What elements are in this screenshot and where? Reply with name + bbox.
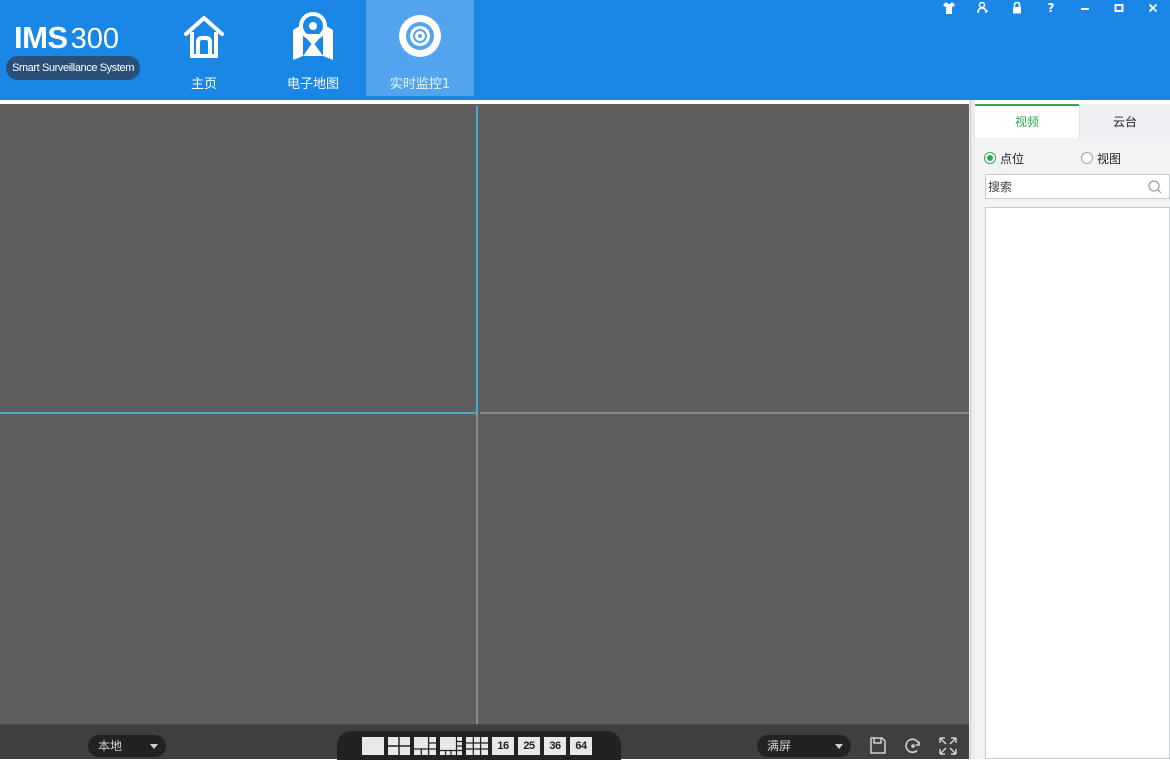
tab-video[interactable]: 视频 xyxy=(975,104,1079,138)
home-icon xyxy=(184,16,224,58)
radio-view-indicator xyxy=(1081,152,1093,164)
panel-tabs: 视频 云台 xyxy=(975,104,1170,138)
splitter-line xyxy=(970,100,971,759)
display-mode-select[interactable]: 满屏 xyxy=(757,735,851,757)
nav-emap-label: 电子地图 xyxy=(286,77,339,92)
map-pin-icon xyxy=(293,12,333,60)
app-logo: IMS 300 Smart Surveillance System xyxy=(6,20,146,84)
video-cell-4[interactable] xyxy=(480,414,969,724)
video-wall xyxy=(0,104,969,724)
layout-16-button[interactable]: 16 xyxy=(492,737,514,755)
radio-point-label: 点位 xyxy=(1000,151,1025,166)
radio-view[interactable]: 视图 xyxy=(1081,150,1121,166)
window-controls: ? xyxy=(932,0,1170,18)
layout-36-button[interactable]: 36 xyxy=(544,737,566,755)
radio-view-label: 视图 xyxy=(1097,151,1122,166)
user-button[interactable] xyxy=(966,0,1000,18)
logo-wordmark: IMS 300 xyxy=(14,20,119,56)
layout-36-label: 36 xyxy=(549,740,561,752)
nav-live-monitor[interactable]: 实时监控1 xyxy=(366,0,474,96)
skin-button[interactable] xyxy=(932,0,966,18)
layout-6-icon xyxy=(414,737,436,755)
layout-1-icon xyxy=(362,737,384,755)
camera-lens-icon xyxy=(399,15,441,57)
video-cell-2[interactable] xyxy=(480,106,969,414)
layout-9-button[interactable] xyxy=(466,737,488,755)
source-select-value: 本地 xyxy=(98,739,123,753)
title-bar: IMS 300 Smart Surveillance System 主页 电子地图 xyxy=(0,0,1170,100)
layout-9-icon xyxy=(466,737,488,755)
tshirt-icon xyxy=(943,2,955,14)
minimize-button[interactable] xyxy=(1068,0,1102,18)
layout-64-label: 64 xyxy=(575,740,587,752)
layout-25-button[interactable]: 25 xyxy=(518,737,540,755)
device-panel: 视频 云台 点位 视图 xyxy=(975,104,1170,759)
help-button[interactable]: ? xyxy=(1034,0,1068,18)
layout-switcher: 16 25 36 64 xyxy=(337,731,621,760)
chevron-down-icon xyxy=(150,744,158,749)
layout-4-button[interactable] xyxy=(388,737,410,755)
nav-home[interactable]: 主页 xyxy=(160,0,248,96)
layout-8-icon xyxy=(440,737,462,755)
source-select[interactable]: 本地 xyxy=(88,735,166,757)
maximize-button[interactable] xyxy=(1102,0,1136,18)
refresh-icon[interactable] xyxy=(903,736,923,756)
close-icon xyxy=(1148,3,1158,13)
layout-6-button[interactable] xyxy=(414,737,436,755)
nav-live-label: 实时监控1 xyxy=(389,77,451,92)
logo-subtitle: Smart Surveillance System xyxy=(6,56,140,80)
video-cell-3[interactable] xyxy=(0,414,478,724)
layout-16-label: 16 xyxy=(497,740,509,752)
display-mode-value: 满屏 xyxy=(767,739,792,753)
user-icon xyxy=(977,1,988,14)
tab-ptz[interactable]: 云台 xyxy=(1079,104,1170,138)
layout-25-label: 25 xyxy=(523,740,535,752)
maximize-icon xyxy=(1114,4,1124,12)
video-cell-1[interactable] xyxy=(0,106,478,414)
search-input[interactable] xyxy=(988,175,1138,198)
minimize-icon xyxy=(1081,8,1089,10)
device-tree[interactable] xyxy=(985,207,1170,759)
radio-point[interactable]: 点位 xyxy=(984,150,1024,166)
nav-home-label: 主页 xyxy=(190,77,217,92)
fullscreen-icon[interactable] xyxy=(938,736,958,756)
save-icon[interactable] xyxy=(868,736,888,756)
search-icon[interactable] xyxy=(1147,179,1163,195)
logo-brand: IMS xyxy=(14,20,68,55)
search-box xyxy=(985,174,1170,199)
radio-point-indicator xyxy=(984,152,996,164)
chevron-down-icon xyxy=(835,744,843,749)
layout-4-icon xyxy=(388,737,410,755)
layout-64-button[interactable]: 64 xyxy=(570,737,592,755)
lock-button[interactable] xyxy=(1000,0,1034,18)
close-button[interactable] xyxy=(1136,0,1170,18)
logo-model: 300 xyxy=(70,23,120,55)
layout-8-button[interactable] xyxy=(440,737,462,755)
lock-icon xyxy=(1013,1,1021,14)
nav-emap[interactable]: 电子地图 xyxy=(262,0,364,96)
video-toolbar: 本地 16 25 36 64 满屏 xyxy=(0,724,969,760)
layout-1-button[interactable] xyxy=(362,737,384,755)
